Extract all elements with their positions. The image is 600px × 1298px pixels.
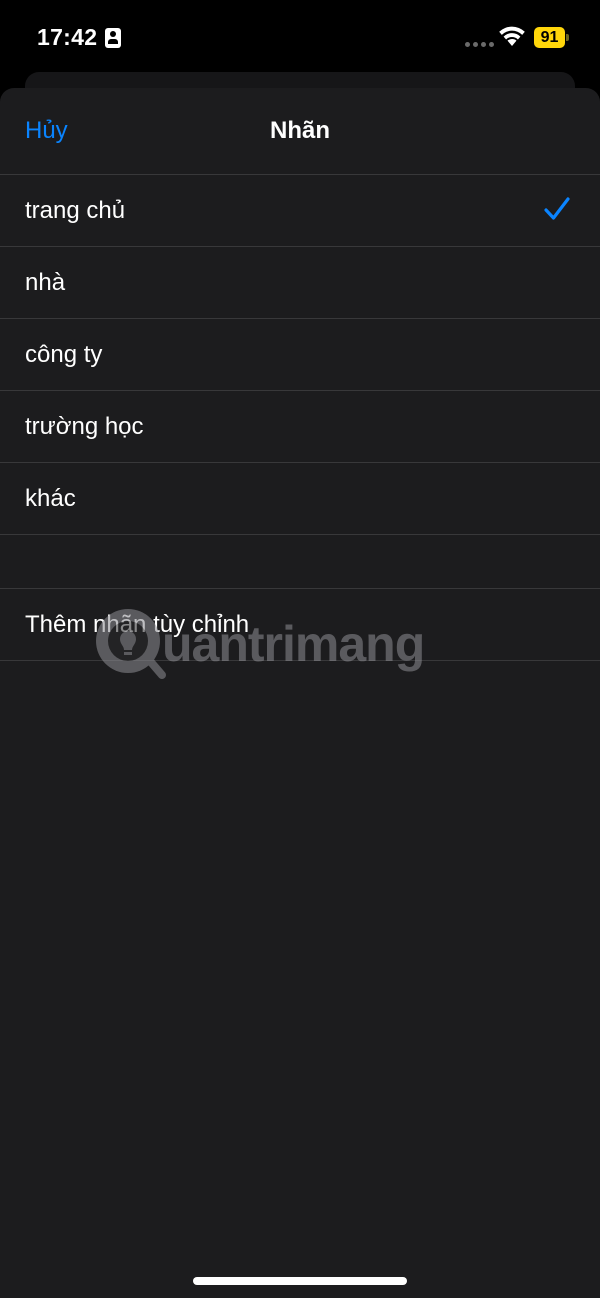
label-option-text: khác (25, 485, 76, 512)
checkmark-icon (544, 197, 570, 220)
watermark-text: uantrimang (162, 616, 425, 672)
wifi-icon (499, 26, 525, 46)
label-option-nha[interactable]: nhà (0, 246, 600, 318)
nav-bar: Hủy Nhãn (0, 88, 600, 174)
label-option-truong-hoc[interactable]: trường học (0, 390, 600, 462)
label-sheet: Hủy Nhãn trang chủ nhà công ty trường họ… (0, 88, 600, 1298)
section-gap (0, 534, 600, 588)
watermark-logo: uantrimang (90, 603, 440, 683)
label-option-text: nhà (25, 269, 66, 296)
label-list: trang chủ nhà công ty trường học khác Th… (0, 174, 600, 661)
battery-icon: 91 (534, 27, 569, 48)
status-time: 17:42 (37, 24, 98, 50)
label-option-text: công ty (25, 341, 103, 368)
contact-card-icon (105, 28, 121, 48)
cellular-dots-icon (465, 42, 494, 47)
label-option-trang-chu[interactable]: trang chủ (0, 174, 600, 246)
page-title: Nhãn (270, 117, 330, 144)
status-bar: 17:42 91 (0, 0, 600, 72)
home-indicator[interactable] (193, 1277, 407, 1285)
battery-level: 91 (540, 29, 559, 46)
lightbulb-logo-icon (96, 609, 166, 679)
label-option-khac[interactable]: khác (0, 462, 600, 534)
label-option-text: trang chủ (25, 197, 126, 224)
label-option-cong-ty[interactable]: công ty (0, 318, 600, 390)
label-option-text: trường học (25, 413, 144, 440)
